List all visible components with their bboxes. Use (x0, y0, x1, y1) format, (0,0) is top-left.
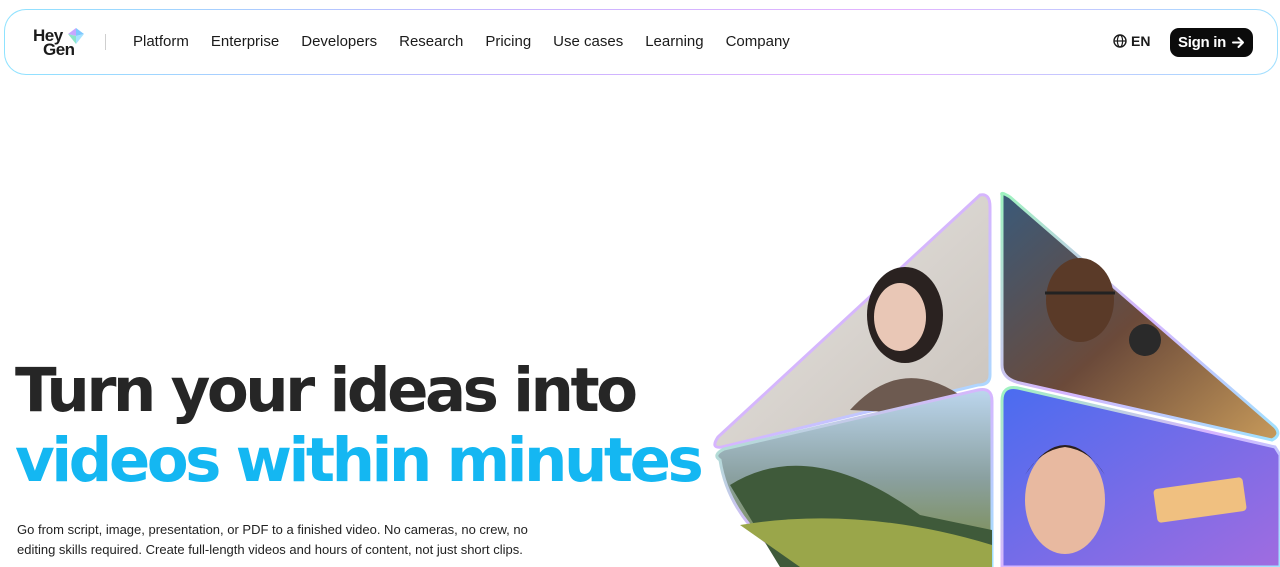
main-menu: Platform Enterprise Developers Research … (133, 31, 812, 53)
sign-in-label: Sign in (1178, 34, 1226, 51)
top-nav: Hey Gen Platform Enterprise Developers R… (4, 9, 1278, 75)
nav-item-learning[interactable]: Learning (645, 31, 703, 53)
hero-headline-line2: videos within minutes (15, 425, 704, 496)
nav-item-pricing[interactable]: Pricing (485, 31, 531, 53)
nav-item-company[interactable]: Company (726, 31, 790, 53)
hero-headline-line1: Turn your ideas into (15, 355, 638, 426)
nav-item-research[interactable]: Research (399, 31, 463, 53)
heygen-logo[interactable]: Hey Gen (33, 27, 91, 59)
logo-gem-icon (68, 28, 84, 44)
logo-word-gen: Gen (43, 40, 75, 59)
nav-item-enterprise[interactable]: Enterprise (211, 31, 279, 53)
globe-icon (1113, 34, 1127, 48)
hero-video-collage (713, 191, 1280, 567)
arrow-right-icon (1231, 37, 1244, 48)
sign-in-button[interactable]: Sign in (1170, 28, 1253, 57)
hero-description: Go from script, image, presentation, or … (17, 522, 528, 557)
language-label: EN (1131, 33, 1151, 49)
nav-item-platform[interactable]: Platform (133, 31, 189, 53)
nav-item-use-cases[interactable]: Use cases (553, 31, 623, 53)
nav-item-developers[interactable]: Developers (301, 31, 377, 53)
language-selector[interactable]: EN (1113, 33, 1150, 49)
hero-headline: Turn your ideas into videos within minut… (15, 355, 704, 496)
nav-divider (105, 34, 106, 50)
